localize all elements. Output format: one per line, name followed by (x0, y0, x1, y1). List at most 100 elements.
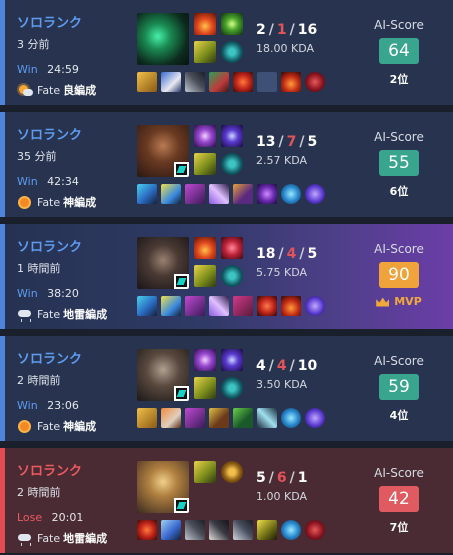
match-result: Win (17, 175, 38, 188)
assists: 5 (307, 246, 318, 262)
item-7-icon[interactable] (281, 408, 301, 428)
item-bar (137, 296, 329, 316)
item-5-icon[interactable] (233, 72, 253, 92)
time-ago: 2 時間前 (17, 486, 61, 499)
queue-type: ソロランク (17, 240, 83, 255)
item-1-icon[interactable] (137, 296, 157, 316)
item-7-icon[interactable] (281, 72, 301, 92)
match-result: Win (17, 63, 38, 76)
item-2-icon[interactable] (161, 72, 181, 92)
teleport-icon (221, 349, 243, 371)
ai-score-value: 42 (379, 486, 419, 512)
item-7-icon[interactable] (281, 520, 301, 540)
deaths: 1 (276, 22, 287, 38)
item-4-icon[interactable] (209, 72, 229, 92)
storm-cloud-icon (17, 308, 33, 321)
kills: 2 (256, 22, 266, 38)
item-7-icon[interactable] (281, 296, 301, 316)
item-8-icon[interactable] (305, 296, 325, 316)
item-6-icon[interactable] (257, 296, 277, 316)
item-3-icon[interactable] (185, 72, 205, 92)
match-card[interactable]: ソロランク 2 時間前 Lose 20:01 Fate 地雷編成 5/6/1 1… (0, 448, 453, 553)
item-8-icon[interactable] (305, 72, 325, 92)
mvp-badge: MVP (360, 295, 438, 308)
item-7-icon[interactable] (281, 184, 301, 204)
assists: 16 (297, 22, 318, 38)
match-card[interactable]: ソロランク 3 分前 Win 24:59 Fate 良編成 2/1/16 18.… (0, 0, 453, 105)
deaths: 7 (286, 134, 297, 150)
item-2-icon[interactable] (161, 184, 181, 204)
placement: 6位 (389, 185, 409, 198)
item-2-icon[interactable] (161, 296, 181, 316)
match-card[interactable]: ソロランク 1 時間前 Win 38:20 Fate 地雷編成 18/4/5 5… (0, 224, 453, 329)
kills: 5 (256, 470, 266, 486)
item-6-icon[interactable] (257, 408, 277, 428)
mvp-label: MVP (394, 295, 422, 308)
item-8-icon[interactable] (305, 408, 325, 428)
sun-icon (17, 420, 33, 433)
ai-score-label: AI-Score (374, 354, 424, 368)
item-6-icon[interactable] (257, 184, 277, 204)
ignite-icon (194, 13, 216, 35)
match-duration: 42:34 (47, 175, 79, 188)
item-8-icon[interactable] (305, 520, 325, 540)
ai-score-label: AI-Score (374, 242, 424, 256)
rune-primary-icon (194, 377, 216, 399)
kda-ratio: 18.00 KDA (256, 42, 315, 55)
item-2-icon[interactable] (161, 520, 181, 540)
ignite-icon (194, 237, 216, 259)
match-duration: 24:59 (47, 63, 79, 76)
item-1-icon[interactable] (137, 408, 157, 428)
fate-value: 良編成 (63, 84, 97, 97)
sun-icon (17, 196, 33, 209)
champion-portrait-icon[interactable] (137, 461, 189, 513)
champion-portrait-icon[interactable] (137, 349, 189, 401)
champion-portrait-icon[interactable] (137, 125, 189, 177)
kills: 18 (256, 246, 276, 262)
teleport-icon (221, 125, 243, 147)
rune-primary-icon (194, 41, 216, 63)
team-fate: Fate 地雷編成 (17, 306, 107, 322)
item-3-icon[interactable] (185, 408, 205, 428)
item-1-icon[interactable] (137, 72, 157, 92)
role-badge-icon (174, 162, 189, 177)
item-2-icon[interactable] (161, 408, 181, 428)
team-fate: Fate 地雷編成 (17, 530, 107, 546)
item-5-icon[interactable] (233, 296, 253, 316)
item-5-icon[interactable] (233, 408, 253, 428)
item-1-icon[interactable] (137, 520, 157, 540)
kills: 13 (256, 134, 276, 150)
match-duration: 23:06 (47, 399, 79, 412)
item-4-icon[interactable] (209, 408, 229, 428)
rune-secondary-icon (221, 461, 243, 483)
role-badge-icon (174, 386, 189, 401)
result-line: Win 38:20 (17, 287, 79, 300)
crown-icon (376, 297, 390, 307)
deaths: 6 (276, 470, 287, 486)
time-ago: 35 分前 (17, 150, 57, 163)
ai-score-value: 59 (379, 374, 419, 400)
item-5-icon[interactable] (233, 520, 253, 540)
match-card[interactable]: ソロランク 35 分前 Win 42:34 Fate 神編成 13/7/5 2.… (0, 112, 453, 217)
item-4-icon[interactable] (209, 520, 229, 540)
item-4-icon[interactable] (209, 296, 229, 316)
fate-label: Fate (37, 83, 61, 97)
item-bar (137, 184, 329, 204)
champion-portrait-icon[interactable] (137, 237, 189, 289)
fate-label: Fate (37, 531, 61, 545)
item-5-icon[interactable] (233, 184, 253, 204)
match-card[interactable]: ソロランク 2 時間前 Win 23:06 Fate 神編成 4/4/10 3.… (0, 336, 453, 441)
item-3-icon[interactable] (185, 520, 205, 540)
item-4-icon[interactable] (209, 184, 229, 204)
result-stripe (0, 0, 5, 105)
champion-portrait-icon[interactable] (137, 13, 189, 65)
item-3-icon[interactable] (185, 184, 205, 204)
item-8-icon[interactable] (305, 184, 325, 204)
kda-score: 2/1/16 (256, 22, 318, 38)
match-result: Win (17, 399, 38, 412)
item-3-icon[interactable] (185, 296, 205, 316)
item-6-icon[interactable] (257, 520, 277, 540)
kda-ratio: 3.50 KDA (256, 378, 308, 391)
item-1-icon[interactable] (137, 184, 157, 204)
kda-ratio: 5.75 KDA (256, 266, 308, 279)
